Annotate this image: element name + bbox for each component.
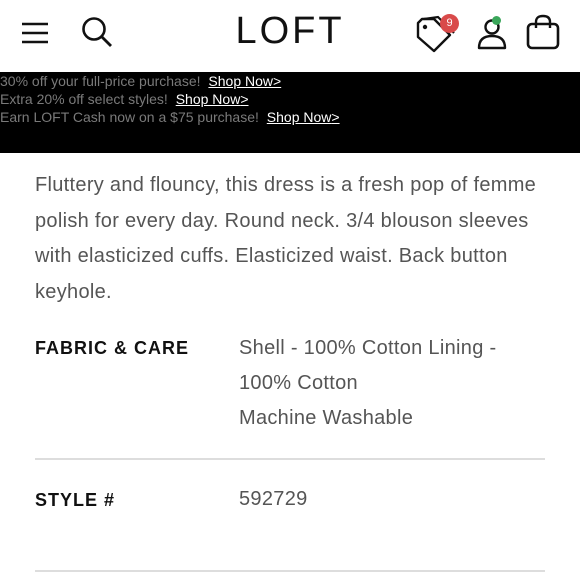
signed-in-status-dot	[492, 16, 501, 25]
divider	[35, 458, 545, 460]
promo-line: 30% off your full-price purchase! Shop N…	[0, 72, 580, 90]
divider	[35, 570, 545, 572]
site-header: LOFT 9	[0, 0, 580, 72]
fabric-care-value: Shell - 100% Cotton Lining - 100% Cotton…	[239, 337, 497, 429]
shop-now-link[interactable]: Shop Now>	[176, 91, 249, 107]
promo-text: Extra 20% off select styles!	[0, 91, 168, 107]
shop-now-link[interactable]: Shop Now>	[208, 73, 281, 89]
promo-banner: 30% off your full-price purchase! Shop N…	[0, 72, 580, 153]
promo-text: Earn LOFT Cash now on a $75 purchase!	[0, 109, 259, 125]
product-description: Fluttery and flouncy, this dress is a fr…	[35, 174, 537, 303]
style-number-value: 592729	[239, 488, 308, 510]
style-number-label: STYLE #	[35, 490, 116, 510]
fabric-care-label: FABRIC & CARE	[35, 338, 190, 358]
shopping-bag-icon[interactable]	[524, 14, 562, 50]
promo-text: 30% off your full-price purchase!	[0, 73, 201, 89]
promo-line: Extra 20% off select styles! Shop Now>	[0, 90, 580, 108]
offers-count-badge: 9	[440, 14, 459, 33]
promo-line: Earn LOFT Cash now on a $75 purchase! Sh…	[0, 108, 580, 126]
shop-now-link[interactable]: Shop Now>	[267, 109, 340, 125]
